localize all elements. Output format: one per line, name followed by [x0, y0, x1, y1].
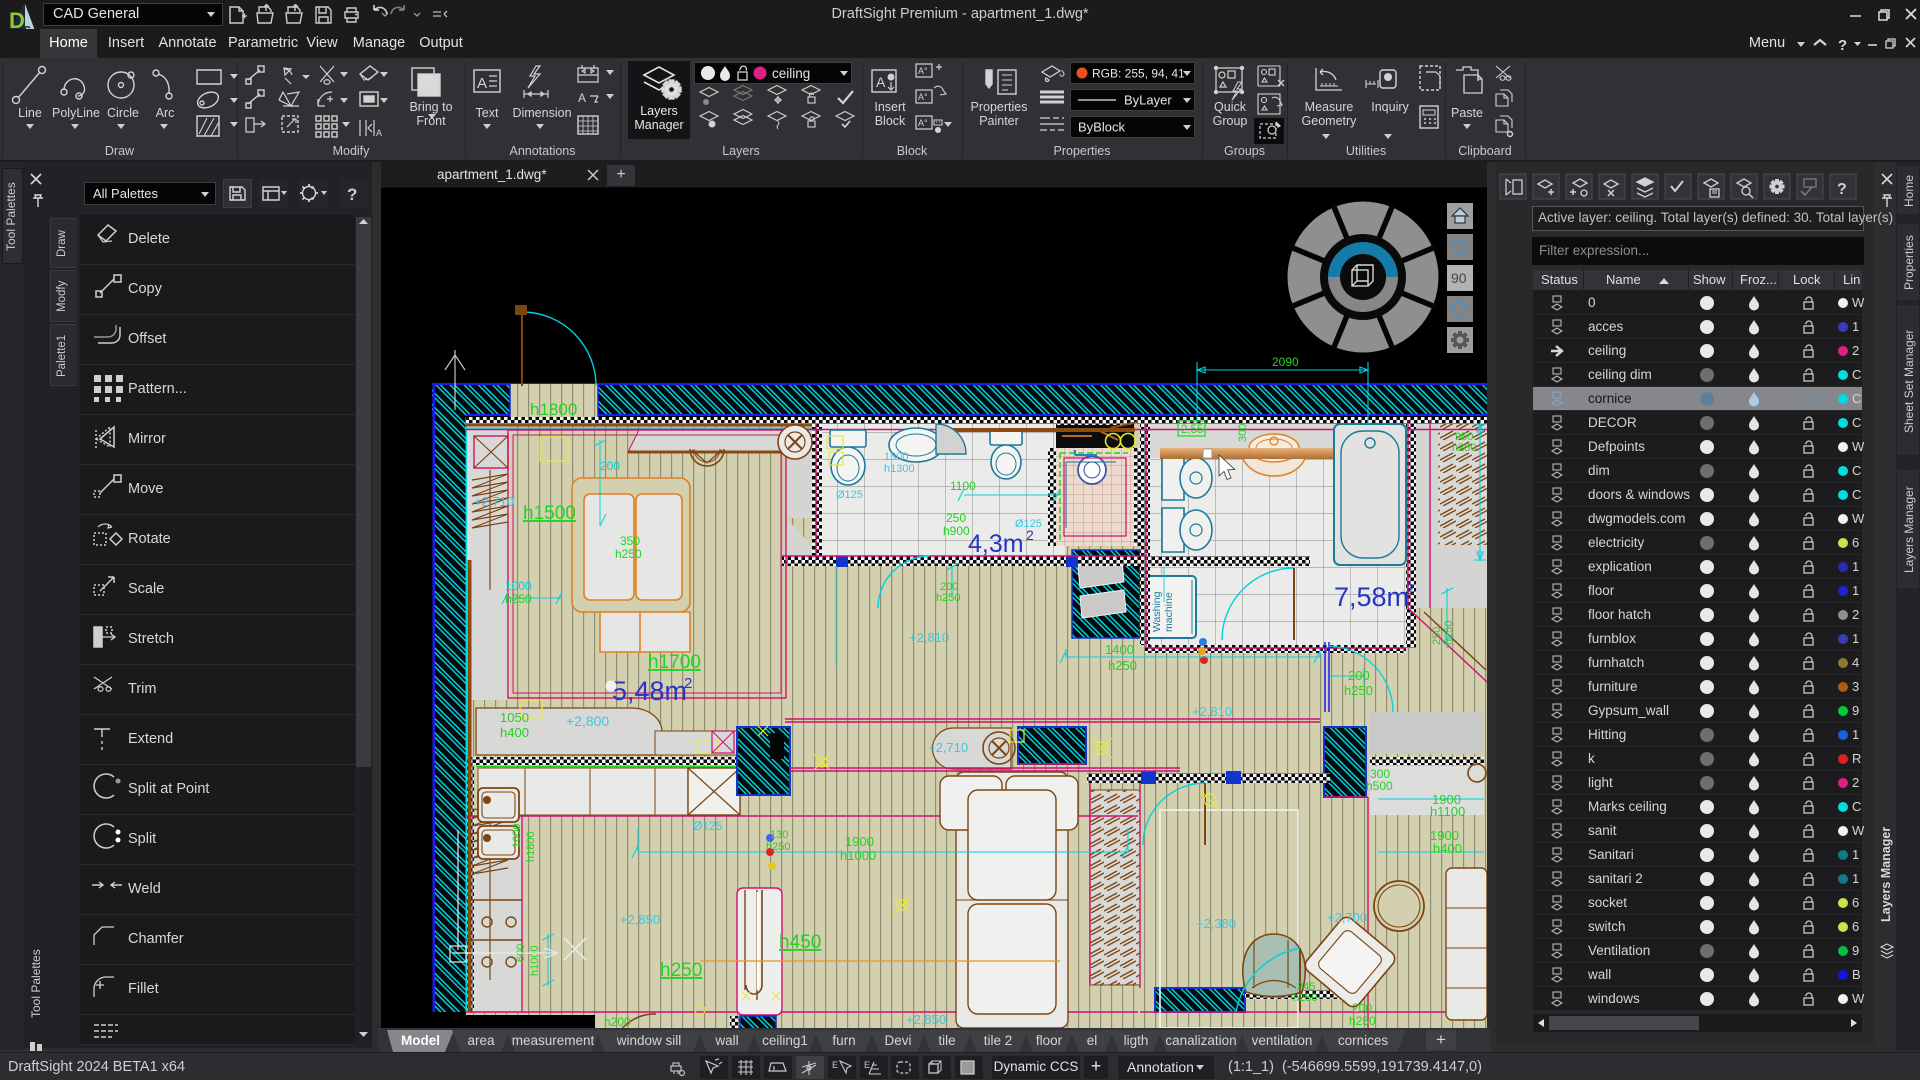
svg-text:Ø125: Ø125	[836, 489, 863, 501]
svg-text:1000: 1000	[505, 579, 532, 593]
svg-text:200: 200	[1348, 668, 1370, 683]
svg-text:h900: h900	[943, 524, 970, 538]
svg-text:2: 2	[1406, 581, 1414, 598]
svg-text:A: A	[477, 75, 487, 92]
svg-text:+2,850: +2,850	[620, 912, 660, 927]
svg-text:?: ?	[347, 185, 357, 204]
svg-text:h500: h500	[1366, 779, 1393, 793]
svg-text:A: A	[376, 128, 382, 138]
svg-text:A: A	[876, 74, 886, 90]
svg-text:+2,800: +2,800	[566, 713, 609, 729]
svg-text:1100: 1100	[950, 479, 976, 493]
svg-text:h1300: h1300	[884, 463, 915, 475]
svg-text:+2,810: +2,810	[909, 630, 949, 645]
svg-text:h250: h250	[1108, 658, 1137, 673]
svg-text:7,58m: 7,58m	[1334, 582, 1409, 612]
svg-text:+2,810: +2,810	[1192, 704, 1232, 719]
svg-text:350: 350	[620, 534, 640, 548]
svg-text:?: ?	[1838, 37, 1847, 52]
svg-text:+2,850: +2,850	[906, 1012, 946, 1027]
svg-text:90: 90	[1451, 270, 1467, 286]
svg-text:h1000: h1000	[529, 945, 541, 976]
svg-text:250: 250	[946, 511, 966, 525]
svg-text:+2,700: +2,700	[1327, 910, 1367, 925]
svg-text:4,3m: 4,3m	[968, 530, 1024, 558]
svg-text:2: 2	[684, 675, 692, 692]
svg-text:h250: h250	[1452, 442, 1476, 454]
svg-text:2090: 2090	[1272, 355, 1299, 369]
svg-text:h250: h250	[1344, 683, 1373, 698]
svg-text:1050: 1050	[500, 710, 529, 725]
svg-text:200: 200	[600, 459, 620, 473]
svg-text:1600: 1600	[511, 824, 523, 848]
svg-text:A°: A°	[918, 118, 928, 128]
svg-text:h250: h250	[660, 960, 702, 981]
svg-text:2: 2	[1026, 527, 1034, 543]
svg-text:h250: h250	[1293, 992, 1317, 1004]
svg-text:h200: h200	[604, 1015, 631, 1028]
svg-text:ByBlock: ByBlock	[1078, 120, 1125, 135]
svg-text:?: ?	[1837, 181, 1847, 198]
svg-text:E: E	[832, 1060, 838, 1070]
svg-text:1900: 1900	[845, 834, 874, 849]
svg-text:+2,380: +2,380	[1196, 916, 1236, 931]
svg-text:RGB: 255, 94, 41: RGB: 255, 94, 41	[1092, 67, 1185, 81]
svg-text:2,55: 2,55	[1181, 424, 1203, 436]
svg-text:E: E	[864, 1060, 870, 1070]
svg-text:h250: h250	[505, 592, 532, 606]
svg-text:h450: h450	[779, 932, 821, 953]
svg-text:h1700: h1700	[648, 652, 701, 673]
svg-text:+2,710: +2,710	[928, 740, 968, 755]
svg-text:250: 250	[1431, 627, 1443, 645]
svg-text:+2,710: +2,710	[474, 494, 514, 509]
svg-text:Ø125: Ø125	[693, 819, 723, 833]
svg-text:h1000: h1000	[840, 848, 876, 863]
svg-text:200: 200	[1352, 1001, 1372, 1015]
svg-text:130: 130	[770, 829, 788, 841]
svg-text:1300: 1300	[884, 451, 908, 463]
svg-text:h250: h250	[1349, 1014, 1376, 1028]
svg-text:A: A	[578, 91, 586, 105]
svg-text:1400: 1400	[1105, 642, 1134, 657]
svg-text:h1800: h1800	[525, 831, 537, 862]
svg-text:h1100: h1100	[1430, 804, 1465, 819]
svg-text:machine: machine	[1163, 592, 1175, 632]
svg-text:h400: h400	[1433, 841, 1462, 856]
svg-text:A°: A°	[918, 66, 928, 76]
svg-text:h250: h250	[1443, 621, 1455, 645]
svg-text:h1800: h1800	[530, 400, 577, 419]
svg-text:5,48m: 5,48m	[612, 676, 687, 706]
svg-text:h250: h250	[615, 547, 642, 561]
svg-text:Washing: Washing	[1151, 591, 1163, 632]
svg-text:ceiling: ceiling	[772, 66, 810, 81]
svg-text:h250: h250	[766, 841, 790, 853]
svg-text:h250: h250	[936, 592, 960, 604]
svg-text:A°: A°	[918, 92, 928, 102]
svg-text:300: 300	[1237, 424, 1249, 442]
svg-text:ByLayer: ByLayer	[1124, 93, 1172, 108]
svg-text:h400: h400	[500, 725, 529, 740]
svg-text:h1500: h1500	[523, 503, 576, 524]
